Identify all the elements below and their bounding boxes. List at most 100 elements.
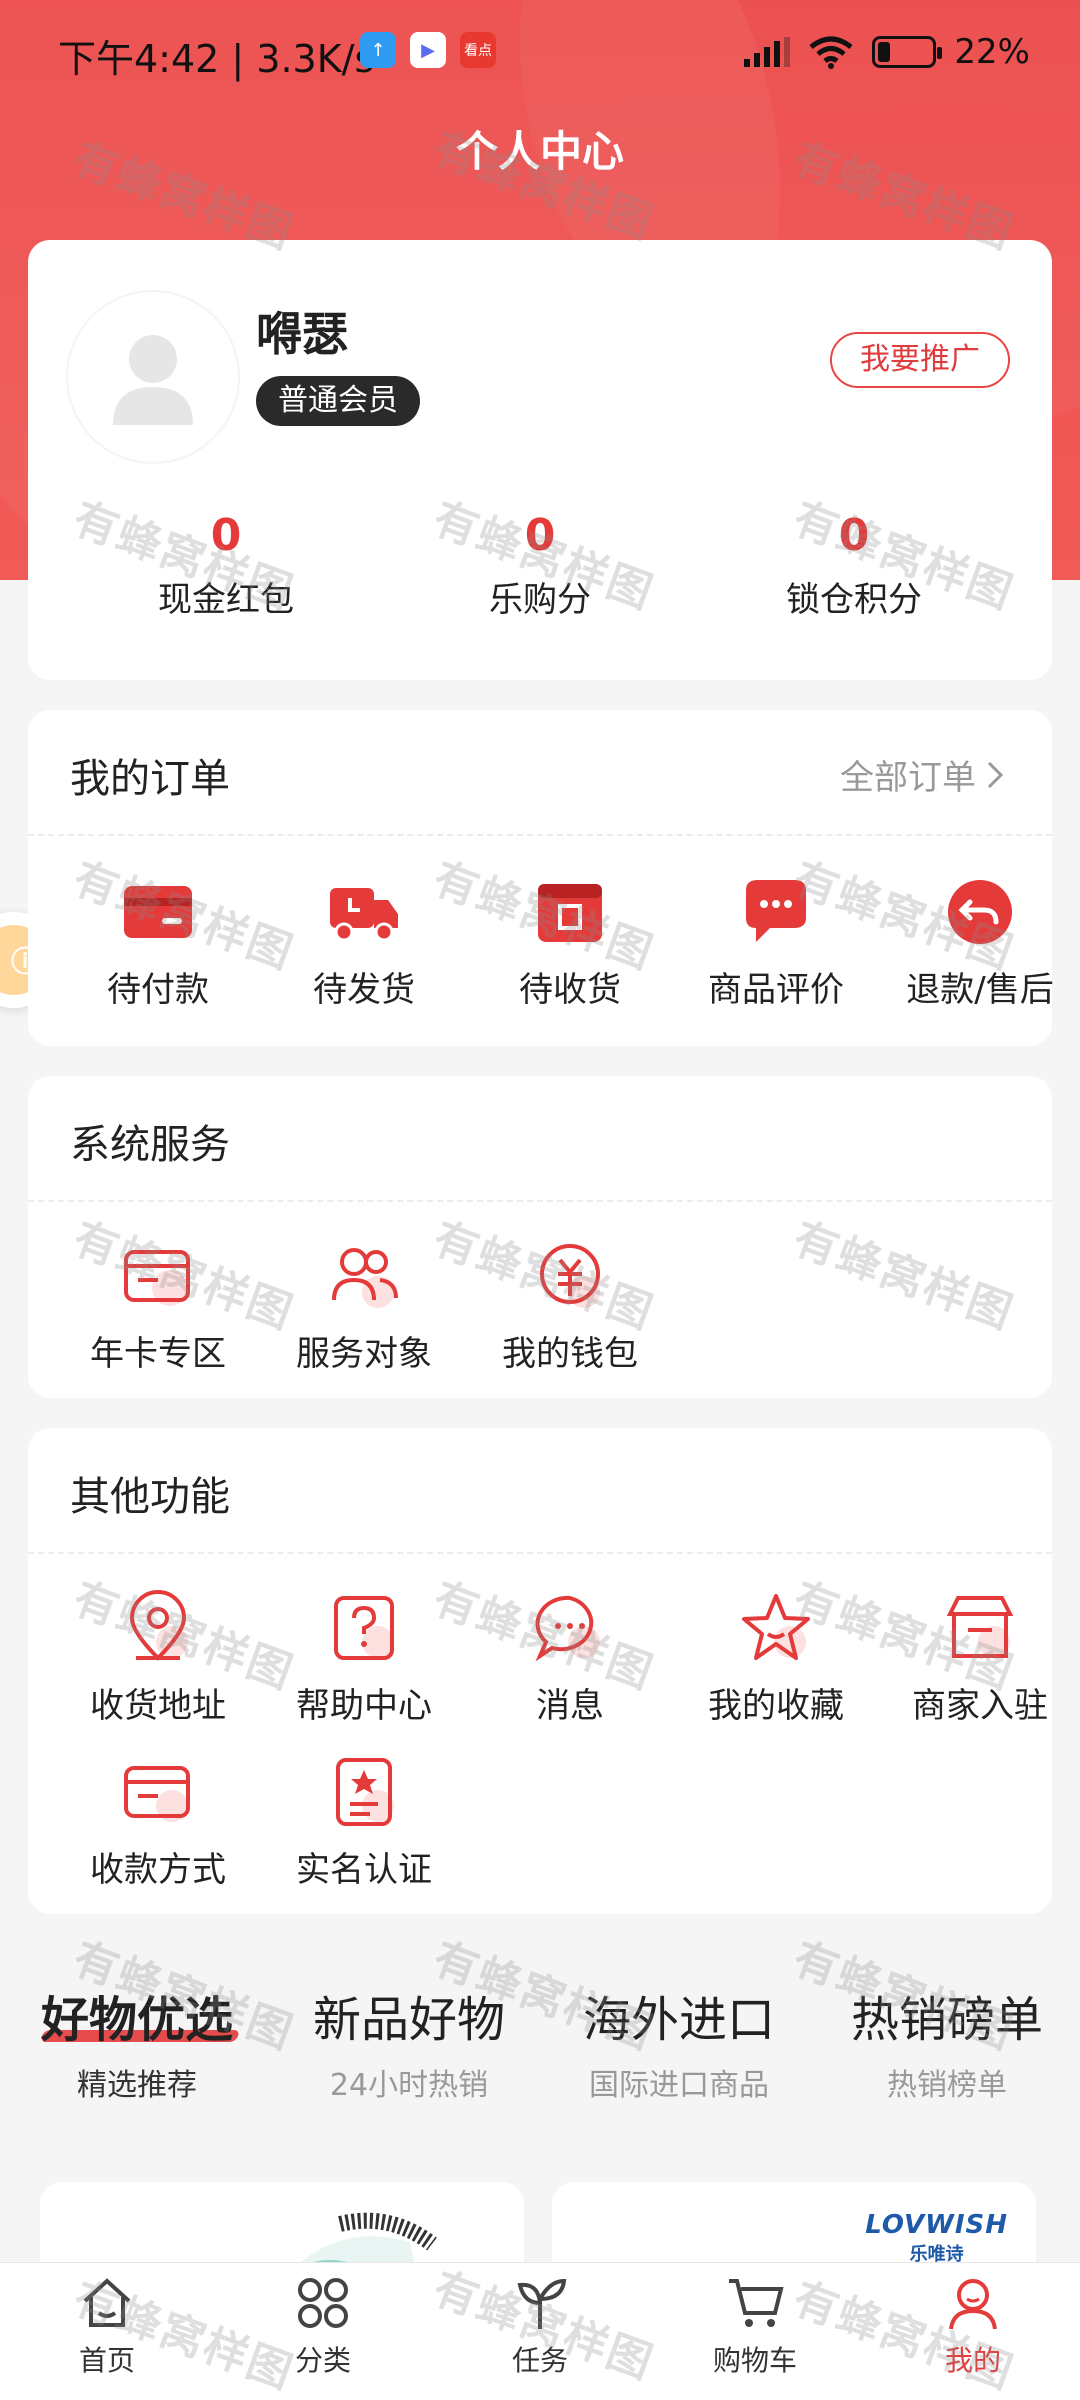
store-icon [946, 1596, 1014, 1658]
other-item-message[interactable]: 消息 [470, 1588, 670, 1727]
order-item-label: 商品评价 [708, 970, 844, 1010]
play-app-icon: ▶ [410, 32, 446, 68]
tab-subtitle: 精选推荐 [77, 2068, 197, 2103]
status-bar: 下午4:42 | 3.3K/s ↑ ▶ 看点 22% [0, 0, 1080, 100]
wifi-icon [809, 36, 853, 69]
other-item-address[interactable]: 收货地址 [58, 1588, 258, 1727]
nav-label: 我的 [944, 2344, 1001, 2377]
star-icon [742, 1594, 810, 1660]
service-item-annual-card[interactable]: 年卡专区 [58, 1236, 258, 1375]
wallet-icon [540, 1244, 600, 1308]
other-item-label: 我的收藏 [708, 1686, 844, 1726]
orders-title: 我的订单 [70, 756, 230, 802]
avatar-placeholder-icon [113, 335, 193, 425]
news-app-icon: 看点 [460, 32, 496, 68]
user-name: 嘚瑟 [256, 307, 348, 361]
service-item-label: 我的钱包 [502, 1334, 638, 1374]
other-item-real-name[interactable]: 实名认证 [264, 1752, 464, 1891]
other-item-label: 消息 [536, 1686, 604, 1726]
card-icon [124, 886, 192, 938]
all-orders-label: 全部订单 [840, 758, 976, 798]
profile-icon [949, 2279, 997, 2330]
payment-card-icon [124, 1766, 190, 1822]
service-item-service-target[interactable]: 服务对象 [264, 1236, 464, 1375]
nav-task[interactable]: 任务 [465, 2273, 615, 2379]
other-item-label: 实名认证 [296, 1850, 432, 1890]
annual-card-icon [124, 1250, 190, 1306]
section-divider [28, 1552, 1052, 1554]
services-title: 系统服务 [70, 1122, 230, 1168]
stat-label: 锁仓积分 [786, 580, 922, 620]
truck-icon [330, 888, 398, 942]
other-item-help[interactable]: 帮助中心 [264, 1588, 464, 1727]
nav-label: 购物车 [712, 2344, 797, 2377]
stat-value: 0 [524, 510, 556, 561]
service-item-label: 年卡专区 [90, 1334, 226, 1374]
profile-card: 嘚瑟 普通会员 我要推广 0 现金红包 0 乐购分 0 锁仓积分 [28, 240, 1052, 680]
member-level-badge: 普通会员 [256, 376, 420, 426]
stat-legou-points[interactable]: 0 乐购分 [390, 510, 690, 621]
tab-title: 新品好物 [312, 1992, 505, 2048]
comment-icon [746, 880, 806, 942]
status-time: 下午4:42 | 3.3K/s [58, 37, 375, 81]
order-item-pending-shipment[interactable]: 待发货 [264, 872, 464, 1011]
stat-cash-redpacket[interactable]: 0 现金红包 [76, 510, 376, 621]
order-item-pending-payment[interactable]: 待付款 [58, 872, 258, 1011]
brand-name-en: LOVWISH [865, 2210, 1008, 2240]
other-item-merchant[interactable]: 商家入驻 [880, 1588, 1080, 1727]
tab-new-arrivals[interactable]: 新品好物 24小时热销 [274, 1980, 544, 2104]
service-item-wallet[interactable]: 我的钱包 [470, 1236, 670, 1375]
users-icon [332, 1248, 398, 1308]
tab-subtitle: 国际进口商品 [589, 2068, 769, 2103]
tab-good-picks[interactable]: 好物优选 精选推荐 [2, 1980, 272, 2104]
tab-hot-ranking[interactable]: 热销磅单 热销榜单 [812, 1980, 1080, 2104]
section-divider [28, 1200, 1052, 1202]
id-verify-icon [336, 1758, 394, 1826]
order-item-label: 待发货 [313, 970, 415, 1010]
nav-cart[interactable]: 购物车 [680, 2273, 830, 2379]
tab-title: 好物优选 [40, 1992, 233, 2048]
promote-button[interactable]: 我要推广 [830, 332, 1010, 388]
nav-label: 任务 [511, 2344, 568, 2377]
order-item-refund[interactable]: 退款/售后 [880, 872, 1080, 1011]
brand-logo: LOVWISH 乐唯诗 [865, 2210, 1008, 2266]
other-item-label: 商家入驻 [912, 1686, 1048, 1726]
battery-level: 22% [954, 32, 1030, 72]
message-icon [535, 1595, 600, 1662]
task-icon [517, 2278, 567, 2329]
nav-label: 分类 [294, 2344, 351, 2377]
page-title: 个人中心 [455, 127, 624, 176]
other-item-favorites[interactable]: 我的收藏 [676, 1588, 876, 1727]
nav-label: 首页 [78, 2344, 135, 2377]
order-item-pending-receipt[interactable]: 待收货 [470, 872, 670, 1011]
bottom-navigation: 首页 分类 任务 购物车 我的 [0, 2262, 1080, 2400]
return-icon [948, 880, 1012, 944]
other-item-label: 帮助中心 [296, 1686, 432, 1726]
services-card: 系统服务 年卡专区 服务对象 我的钱包 [28, 1076, 1052, 1398]
order-item-review[interactable]: 商品评价 [676, 872, 876, 1011]
category-icon [298, 2278, 348, 2328]
recommend-tabs: 好物优选 精选推荐 新品好物 24小时热销 海外进口 国际进口商品 热销磅单 热… [0, 1980, 1080, 2103]
order-item-label: 待付款 [107, 970, 209, 1010]
stat-value: 0 [838, 510, 870, 561]
battery-icon [872, 36, 943, 68]
tab-title: 海外进口 [582, 1992, 775, 2048]
other-item-payment-method[interactable]: 收款方式 [58, 1752, 258, 1891]
tab-subtitle: 24小时热销 [329, 2068, 489, 2103]
section-divider [28, 834, 1052, 836]
tab-subtitle: 热销榜单 [887, 2068, 1007, 2103]
nav-home[interactable]: 首页 [32, 2273, 182, 2379]
avatar[interactable] [68, 292, 238, 462]
other-item-label: 收货地址 [90, 1686, 226, 1726]
tab-overseas-import[interactable]: 海外进口 国际进口商品 [544, 1980, 814, 2104]
stat-value: 0 [210, 510, 242, 561]
orders-card: 我的订单 全部订单 待付款 待发货 待收货 商品评价 退款/售后 [28, 710, 1054, 1046]
order-item-label: 退款/售后 [906, 970, 1054, 1010]
stat-locked-points[interactable]: 0 锁仓积分 [704, 510, 1004, 621]
all-orders-link[interactable]: 全部订单 [840, 750, 1004, 799]
chevron-right-icon [987, 761, 1004, 788]
nav-category[interactable]: 分类 [248, 2273, 398, 2379]
cart-icon [729, 2279, 784, 2327]
tab-title: 热销磅单 [850, 1992, 1043, 2048]
nav-profile[interactable]: 我的 [898, 2273, 1048, 2379]
